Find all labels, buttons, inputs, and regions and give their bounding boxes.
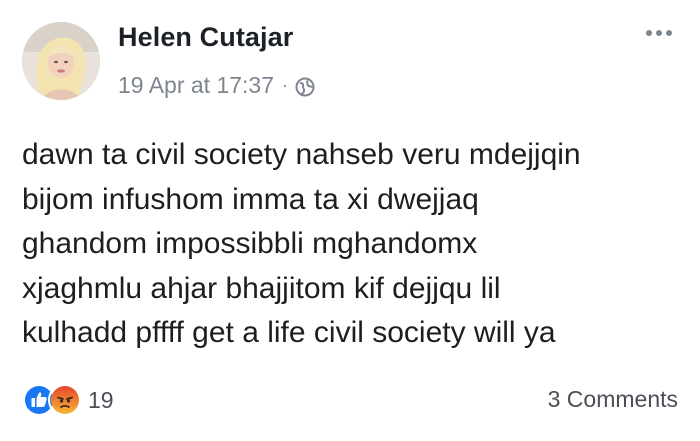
more-dot-icon bbox=[656, 30, 662, 36]
more-dot-icon bbox=[666, 30, 672, 36]
angry-icon bbox=[48, 383, 82, 417]
more-dot-icon bbox=[646, 30, 652, 36]
post-timestamp[interactable]: 19 Apr at 17:37 bbox=[118, 72, 274, 99]
post-body-text: dawn ta civil society nahseb veru mdejjq… bbox=[22, 138, 581, 349]
avatar-photo bbox=[22, 22, 100, 100]
reaction-count: 19 bbox=[88, 386, 114, 413]
meta-separator: · bbox=[282, 75, 289, 95]
globe-icon[interactable] bbox=[295, 77, 315, 97]
post-meta: 19 Apr at 17:37 · bbox=[118, 72, 315, 99]
comments-count-link[interactable]: 3 Comments bbox=[548, 386, 678, 413]
author-name[interactable]: Helen Cutajar bbox=[118, 22, 293, 53]
author-avatar[interactable] bbox=[22, 22, 100, 100]
facebook-post: Helen Cutajar 19 Apr at 17:37 · dawn ta … bbox=[0, 0, 700, 441]
post-footer: 19 3 Comments bbox=[0, 375, 700, 419]
more-options-button[interactable] bbox=[642, 24, 676, 42]
reactions-summary[interactable]: 19 bbox=[22, 383, 114, 417]
